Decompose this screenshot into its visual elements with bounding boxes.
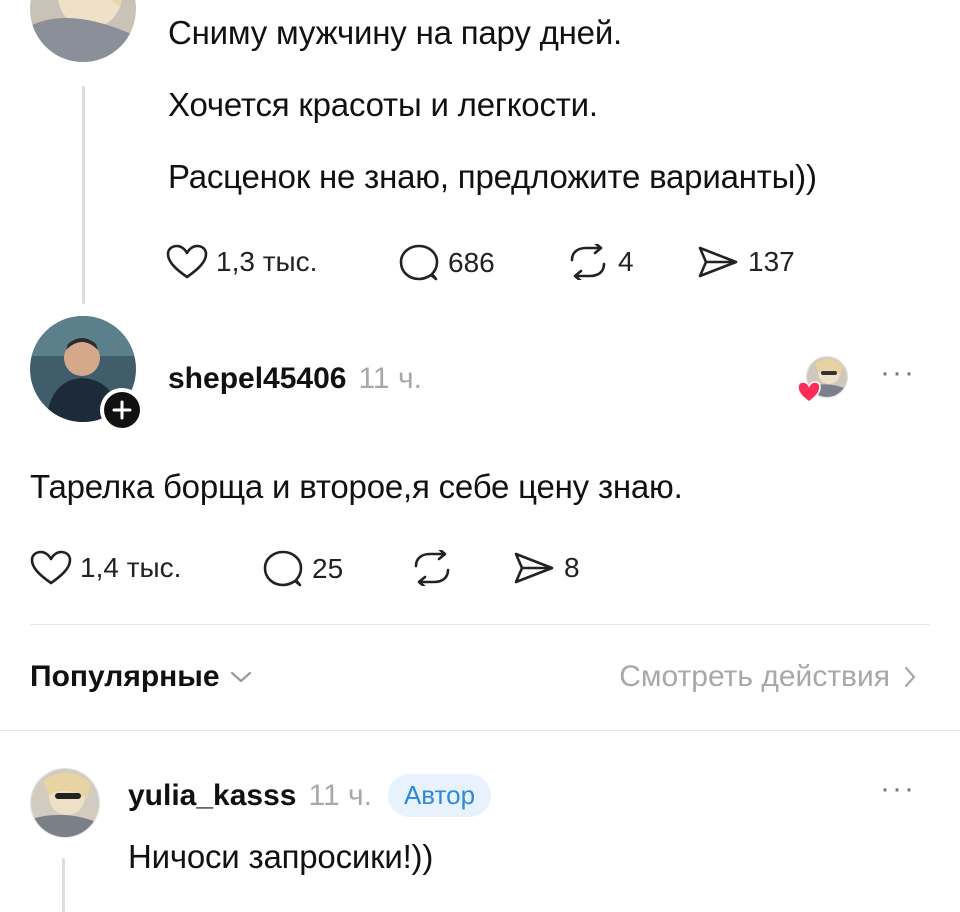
reply-username[interactable]: shepel45406 xyxy=(168,362,346,396)
reply-like-button[interactable]: 1,4 тыс. xyxy=(30,550,181,586)
comment-icon xyxy=(399,244,439,281)
share-icon xyxy=(514,552,554,584)
reply-time: 11 ч. xyxy=(358,362,422,395)
post-comment-count: 686 xyxy=(448,247,495,278)
post-author-avatar[interactable] xyxy=(30,0,136,62)
sort-label: Популярные xyxy=(30,660,220,693)
thread-line xyxy=(82,86,85,304)
comment-header: yulia_kasss 11 ч. Автор xyxy=(128,774,492,817)
post-text-line-1: Сниму мужчину на пару дней. xyxy=(168,14,623,51)
share-icon xyxy=(698,246,738,278)
reply-share-button[interactable]: 8 xyxy=(512,550,580,586)
post-comment-button[interactable]: 686 xyxy=(398,244,495,282)
view-activity-link[interactable]: Смотреть действия xyxy=(619,660,916,694)
post-share-button[interactable]: 137 xyxy=(696,244,795,280)
heart-icon xyxy=(30,550,72,585)
post-share-count: 137 xyxy=(748,246,795,277)
reply-repost-button[interactable] xyxy=(410,550,454,586)
thread-line xyxy=(62,858,65,912)
chevron-down-icon xyxy=(230,671,251,683)
comment-icon xyxy=(263,550,303,587)
comment-author-avatar[interactable] xyxy=(30,768,100,838)
sort-dropdown[interactable]: Популярные xyxy=(30,660,252,694)
heart-icon xyxy=(797,381,821,403)
post-text-line-3: Расценок не знаю, предложите варианты)) xyxy=(168,158,817,195)
reply-comment-button[interactable]: 25 xyxy=(262,550,343,588)
chevron-right-icon xyxy=(904,666,916,688)
reply-text: Тарелка борща и второе,я себе цену знаю. xyxy=(30,468,683,505)
plus-icon xyxy=(112,400,132,420)
author-badge: Автор xyxy=(387,774,492,817)
post-repost-button[interactable]: 4 xyxy=(566,244,634,280)
comment-more-icon[interactable]: ··· xyxy=(880,772,916,806)
repost-icon xyxy=(570,244,606,280)
comment-time: 11 ч. xyxy=(308,778,372,812)
post-like-count: 1,3 тыс. xyxy=(216,246,318,277)
comment-text: Ничоси запросики!)) xyxy=(128,838,434,875)
reply-like-count: 1,4 тыс. xyxy=(80,552,182,583)
divider xyxy=(30,624,930,625)
post-like-button[interactable]: 1,3 тыс. xyxy=(166,244,317,280)
heart-icon xyxy=(166,244,208,279)
post-repost-count: 4 xyxy=(618,246,634,277)
view-activity-label: Смотреть действия xyxy=(619,660,890,693)
repost-icon xyxy=(414,550,450,586)
follow-button[interactable] xyxy=(100,388,144,432)
divider xyxy=(0,730,960,731)
reply-share-count: 8 xyxy=(564,552,580,583)
reply-comment-count: 25 xyxy=(312,553,344,584)
comment-username[interactable]: yulia_kasss xyxy=(128,779,296,813)
reply-more-icon[interactable]: ··· xyxy=(880,356,916,390)
reply-header: shepel45406 11 ч. xyxy=(168,362,422,396)
post-text-line-2: Хочется красоты и легкости. xyxy=(168,86,598,123)
